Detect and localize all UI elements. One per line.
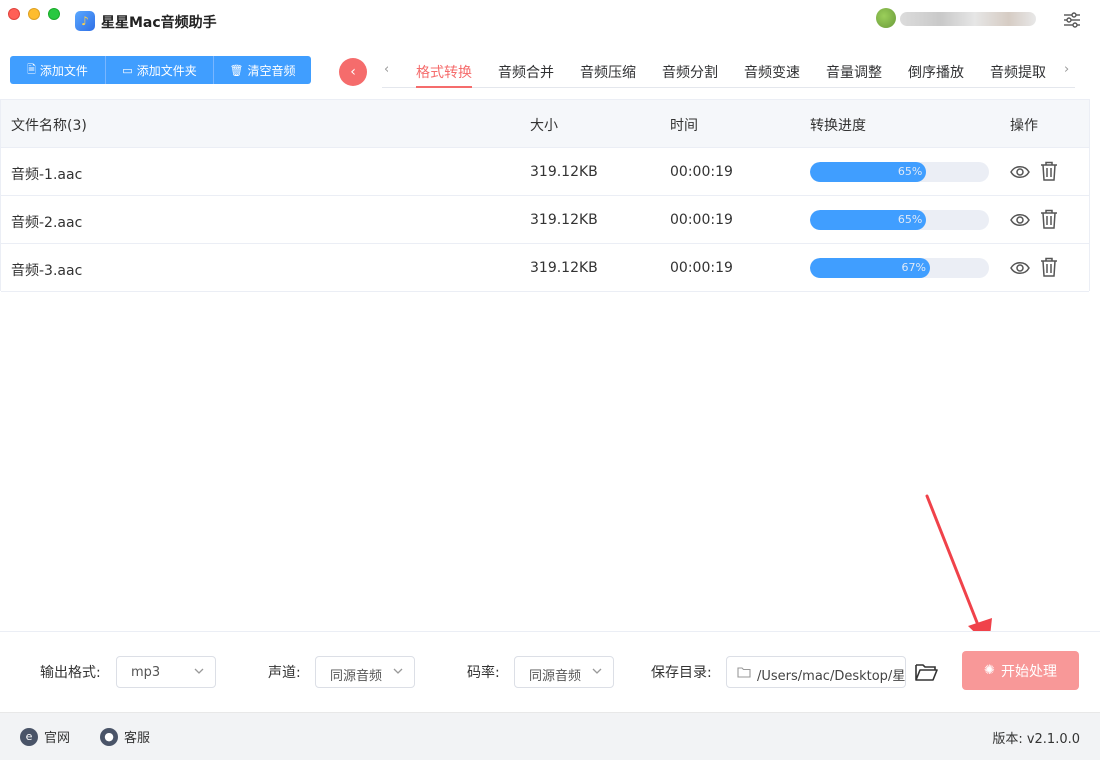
customer-service-link[interactable]: ● 客服 — [100, 727, 150, 746]
user-name-blurred — [900, 12, 1036, 26]
save-path-value: /Users/mac/Desktop/星 — [757, 669, 906, 684]
header-progress: 转换进度 — [810, 118, 866, 134]
user-account[interactable] — [876, 8, 1046, 28]
output-format-value: mp3 — [131, 665, 161, 680]
channel-value: 同源音频 — [330, 669, 383, 684]
title-bar: ♪ 星星Mac音频助手 — [0, 0, 1100, 42]
folder-outline-icon — [737, 667, 751, 678]
delete-trash-icon[interactable] — [1039, 160, 1059, 182]
file-size: 319.12KB — [530, 164, 598, 180]
tabs-scroll-right-icon[interactable]: › — [1064, 62, 1069, 77]
bitrate-select[interactable]: 同源音频 — [514, 656, 614, 688]
add-folder-label: 添加文件夹 — [136, 63, 197, 78]
chevron-down-icon — [393, 668, 403, 674]
file-icon: 🗎 — [27, 62, 36, 76]
header-actions: 操作 — [1010, 118, 1038, 134]
minimize-window-button[interactable] — [28, 8, 40, 20]
header-file-name: 文件名称(3) — [11, 118, 87, 134]
footer: e 官网 ● 客服 版本: v2.1.0.0 — [0, 712, 1100, 760]
progress-text: 67% — [901, 261, 926, 274]
tab-volume-adjust[interactable]: 音量调整 — [826, 62, 882, 82]
header-size: 大小 — [530, 118, 558, 134]
tab-reverse-play[interactable]: 倒序播放 — [908, 62, 964, 82]
save-path-input[interactable]: /Users/mac/Desktop/星 — [726, 656, 906, 688]
tab-audio-merge[interactable]: 音频合并 — [498, 62, 554, 82]
active-tab-indicator — [416, 86, 472, 88]
header-time: 时间 — [670, 118, 698, 134]
table-header: 文件名称(3) 大小 时间 转换进度 操作 — [1, 100, 1089, 148]
chevron-down-icon — [194, 668, 204, 674]
file-button-group: 🗎 添加文件 ▭ 添加文件夹 🗑 清空音频 — [10, 56, 311, 84]
avatar — [876, 8, 896, 28]
function-tabs: ‹ 格式转换 音频合并 音频压缩 音频分割 音频变速 音量调整 倒序播放 音频提… — [382, 52, 1075, 88]
channel-label: 声道: — [268, 665, 301, 681]
start-processing-button[interactable]: ✺ 开始处理 — [962, 651, 1079, 690]
file-duration: 00:00:19 — [670, 164, 733, 180]
website-e-icon: e — [20, 727, 38, 746]
progress-text: 65% — [897, 213, 923, 226]
table-row: 音频-2.aac 319.12KB 00:00:19 65% — [1, 196, 1089, 244]
tabs-scroll-left-icon[interactable]: ‹ — [384, 62, 389, 77]
preview-eye-icon[interactable] — [1009, 209, 1031, 231]
tab-audio-compress[interactable]: 音频压缩 — [580, 62, 636, 82]
progress-text: 65% — [897, 165, 923, 178]
delete-trash-icon[interactable] — [1039, 256, 1059, 278]
collapse-left-button[interactable]: ‹ — [339, 58, 367, 86]
add-file-button[interactable]: 🗎 添加文件 — [10, 56, 106, 84]
trash-icon: 🗑 — [229, 63, 244, 77]
output-format-select[interactable]: mp3 — [116, 656, 216, 688]
preview-eye-icon[interactable] — [1009, 257, 1031, 279]
progress-bar: 65% — [810, 210, 989, 230]
folder-icon: ▭ — [122, 63, 133, 77]
output-settings-bar: 输出格式: mp3 声道: 同源音频 码率: 同源音频 保存目录: /Users… — [0, 631, 1100, 711]
bitrate-label: 码率: — [467, 665, 500, 681]
version-text: 版本: v2.1.0.0 — [992, 732, 1080, 747]
file-name: 音频-3.aac — [11, 263, 83, 279]
table-row: 音频-3.aac 319.12KB 00:00:19 67% — [1, 244, 1089, 292]
file-duration: 00:00:19 — [670, 260, 733, 276]
progress-bar: 65% — [810, 162, 989, 182]
chat-bubble-icon: ● — [100, 727, 118, 746]
customer-service-label: 客服 — [124, 731, 151, 746]
app-title: 星星Mac音频助手 — [101, 15, 217, 31]
loading-spinner-icon: ✺ — [984, 663, 995, 678]
app-logo-icon: ♪ — [75, 11, 95, 31]
output-format-label: 输出格式: — [40, 665, 101, 681]
chevron-down-icon — [592, 668, 602, 674]
file-table: 文件名称(3) 大小 时间 转换进度 操作 音频-1.aac 319.12KB … — [0, 99, 1090, 292]
file-name: 音频-2.aac — [11, 215, 83, 231]
file-size: 319.12KB — [530, 212, 598, 228]
clear-audio-button[interactable]: 🗑 清空音频 — [214, 56, 311, 84]
table-row: 音频-1.aac 319.12KB 00:00:19 65% — [1, 148, 1089, 196]
settings-sliders-icon[interactable] — [1062, 10, 1082, 30]
tab-audio-split[interactable]: 音频分割 — [662, 62, 718, 82]
start-processing-label: 开始处理 — [1000, 663, 1057, 680]
progress-bar: 67% — [810, 258, 989, 278]
save-dir-label: 保存目录: — [651, 665, 712, 681]
open-folder-icon[interactable] — [914, 661, 938, 683]
official-site-label: 官网 — [44, 731, 71, 746]
delete-trash-icon[interactable] — [1039, 208, 1059, 230]
add-folder-button[interactable]: ▭ 添加文件夹 — [106, 56, 214, 84]
zoom-window-button[interactable] — [48, 8, 60, 20]
preview-eye-icon[interactable] — [1009, 161, 1031, 183]
tab-format-convert[interactable]: 格式转换 — [416, 62, 472, 82]
bitrate-value: 同源音频 — [529, 669, 582, 684]
file-duration: 00:00:19 — [670, 212, 733, 228]
clear-audio-label: 清空音频 — [247, 63, 296, 78]
chevron-left-icon: ‹ — [350, 64, 356, 80]
tab-audio-speed[interactable]: 音频变速 — [744, 62, 800, 82]
close-window-button[interactable] — [8, 8, 20, 20]
app-window: ♪ 星星Mac音频助手 🗎 添加文件 ▭ 添加文件夹 🗑 清空音频 ‹ ‹ 格式… — [0, 0, 1100, 760]
tab-audio-extract[interactable]: 音频提取 — [990, 62, 1046, 82]
add-file-label: 添加文件 — [39, 63, 88, 78]
official-site-link[interactable]: e 官网 — [20, 727, 70, 746]
file-name: 音频-1.aac — [11, 167, 83, 183]
channel-select[interactable]: 同源音频 — [315, 656, 415, 688]
file-size: 319.12KB — [530, 260, 598, 276]
